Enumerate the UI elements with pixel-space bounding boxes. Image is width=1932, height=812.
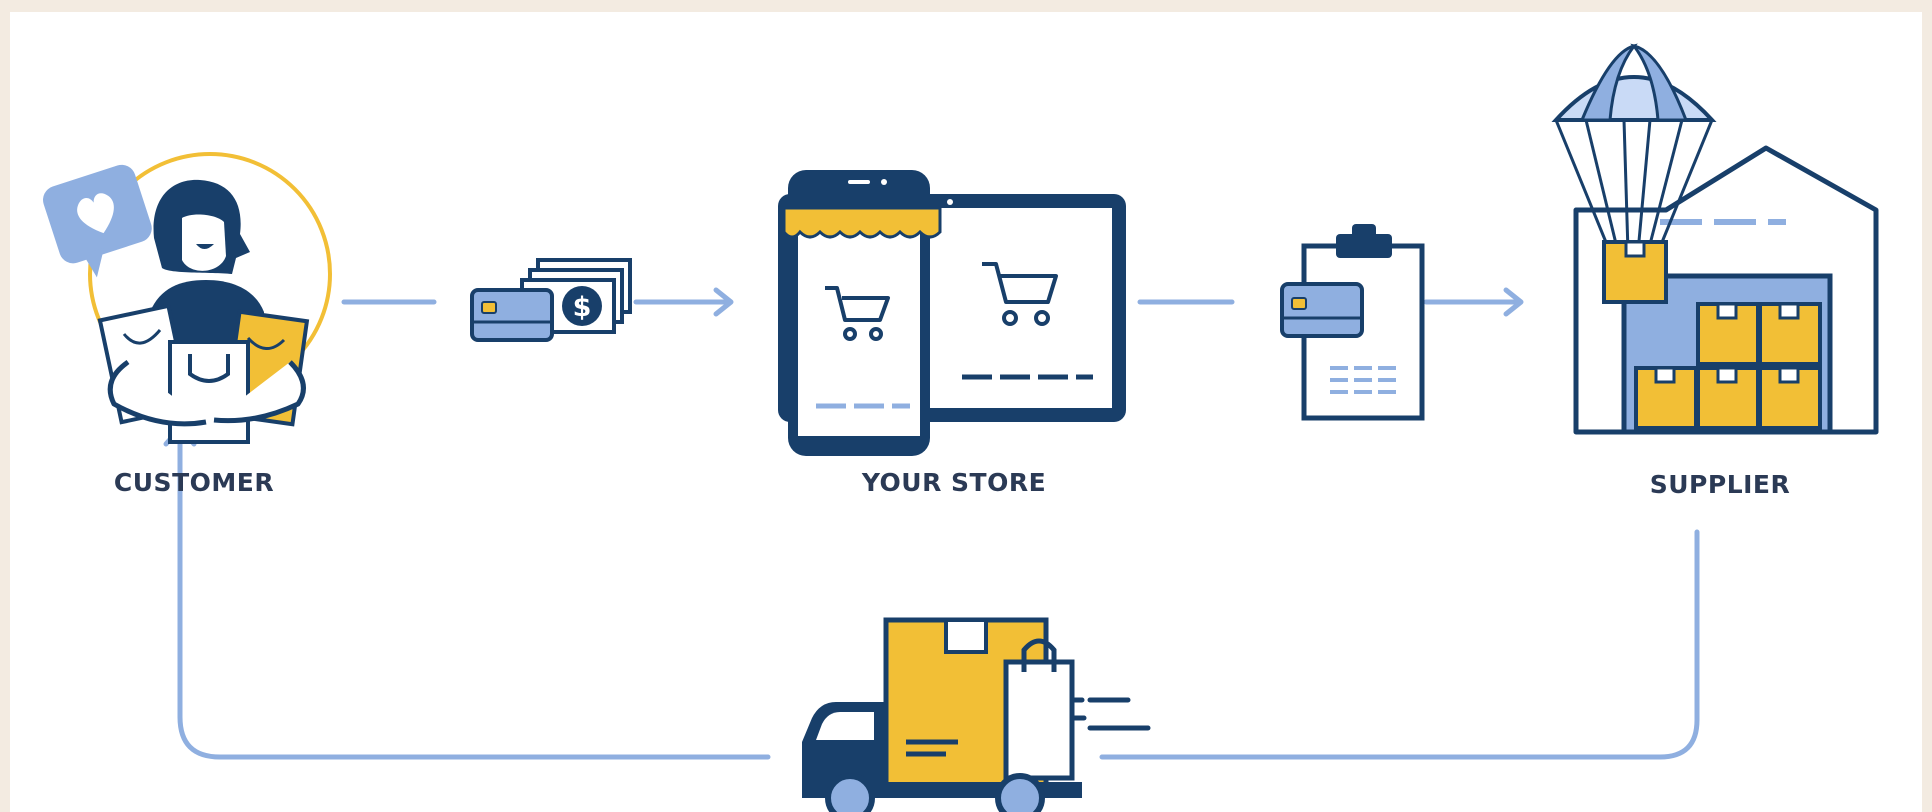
supplier-label: SUPPLIER	[1649, 470, 1791, 499]
diagram-card: $ CUSTOMER YOUR STORE SUPPLIER	[10, 12, 1922, 812]
arrow-order-to-supplier	[1423, 287, 1524, 317]
dropshipping-flow-diagram: $	[43, 43, 1879, 812]
customer-label: CUSTOMER	[113, 468, 275, 497]
your-store-label: YOUR STORE	[861, 468, 1047, 497]
delivery-truck-icon	[802, 617, 1151, 812]
heart-speech-bubble-icon	[43, 164, 152, 278]
phone-and-tablet-storefront-icon	[778, 170, 1126, 456]
truck-shopping-bag-icon	[1003, 638, 1075, 781]
svg-text:$: $	[573, 292, 592, 323]
warehouse-with-parachute-icon	[1551, 43, 1879, 435]
clipboard-order-icon	[1280, 224, 1425, 421]
credit-card-and-cash-icon: $	[470, 258, 632, 342]
page: $ CUSTOMER YOUR STORE SUPPLIER	[0, 0, 1932, 812]
arrow-payment-to-store	[633, 287, 734, 317]
customer-with-shopping-bags-icon	[43, 152, 332, 444]
